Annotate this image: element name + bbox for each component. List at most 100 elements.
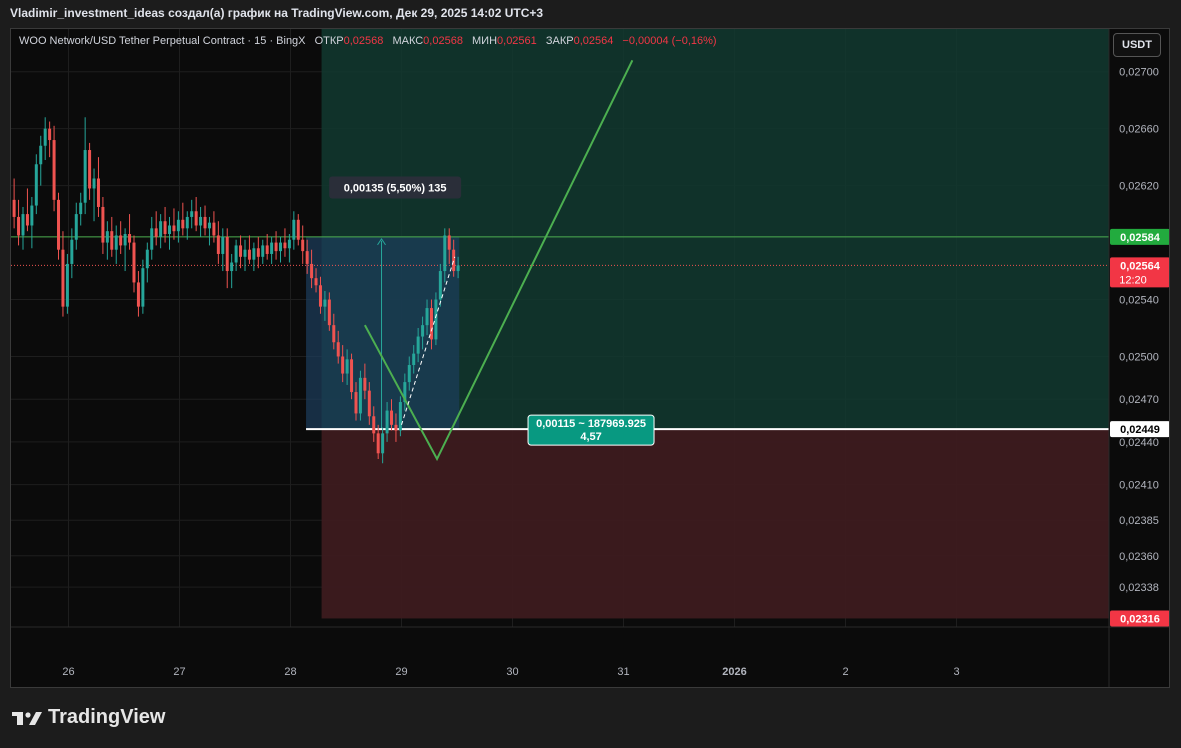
last-price-label: 0,02564 xyxy=(1120,260,1161,272)
candle xyxy=(128,234,132,243)
candle xyxy=(172,225,176,232)
price-tick-label: 0,02470 xyxy=(1119,394,1159,406)
candle xyxy=(154,228,158,237)
tradingview-logo[interactable]: TradingView xyxy=(12,706,165,729)
candle xyxy=(434,299,438,340)
price-tick-label: 0,02500 xyxy=(1119,351,1159,363)
candle xyxy=(350,359,354,393)
candle xyxy=(181,219,185,229)
candle xyxy=(390,410,394,425)
price-tick-label: 0,02338 xyxy=(1119,582,1159,594)
candle xyxy=(105,231,109,243)
candle xyxy=(256,248,260,257)
candle xyxy=(221,236,225,254)
close-value: 0,02564 xyxy=(573,35,614,47)
price-tick-label: 0,02660 xyxy=(1119,124,1159,136)
candle xyxy=(438,271,442,300)
close-label: ЗАКР xyxy=(545,35,574,47)
candle xyxy=(203,216,207,229)
candle xyxy=(25,214,29,226)
candle xyxy=(88,150,92,189)
time-tick-label: 3 xyxy=(953,666,959,678)
candle xyxy=(274,242,278,252)
candle xyxy=(92,178,96,189)
candle xyxy=(367,390,371,417)
candle xyxy=(447,235,451,250)
price-tick-label: 0,02360 xyxy=(1119,551,1159,563)
candle xyxy=(145,249,149,269)
candle xyxy=(34,164,38,206)
candle xyxy=(48,128,52,141)
candle xyxy=(79,202,83,215)
chart-author-line: Vladimir_investment_ideas создал(а) граф… xyxy=(10,6,544,20)
candle xyxy=(261,245,265,257)
candle xyxy=(243,249,247,257)
candle xyxy=(30,205,34,226)
candle xyxy=(230,262,234,272)
candle xyxy=(279,242,283,252)
candle xyxy=(185,216,189,229)
open-value: 0,02568 xyxy=(343,35,384,47)
candle xyxy=(96,178,100,207)
candle xyxy=(372,416,376,434)
candle xyxy=(159,221,163,237)
entry-price-label: 0,02449 xyxy=(1120,424,1160,436)
position-label-line2: 4,57 xyxy=(580,431,601,443)
candle xyxy=(190,211,194,217)
candle xyxy=(412,353,416,366)
candle xyxy=(394,424,398,431)
time-tick-label: 30 xyxy=(506,666,518,678)
candle xyxy=(314,278,318,286)
candle xyxy=(234,245,238,263)
candle xyxy=(163,221,167,235)
candle xyxy=(292,219,296,240)
price-tick-label: 0,02540 xyxy=(1119,295,1159,307)
candle xyxy=(327,299,331,326)
candle xyxy=(363,377,367,391)
candle xyxy=(270,242,274,254)
time-tick-label: 26 xyxy=(62,666,74,678)
stop-zone xyxy=(321,429,1110,619)
chart-panel[interactable]: 0,00135 (5,50%) 135 0,00115 ~ 187969.925 4… xyxy=(10,28,1170,688)
candle xyxy=(358,377,362,414)
price-tick-label: 0,02410 xyxy=(1119,480,1159,492)
candle xyxy=(407,365,411,383)
candle xyxy=(283,242,287,249)
candle xyxy=(381,433,385,454)
currency-button[interactable]: USDT xyxy=(1113,33,1161,57)
high-value: 0,02568 xyxy=(423,35,463,47)
logo-text: TradingView xyxy=(48,706,166,728)
candle xyxy=(207,222,211,229)
candle xyxy=(168,225,172,235)
candle xyxy=(398,402,402,431)
candle xyxy=(341,356,345,374)
candle xyxy=(70,239,74,264)
candle xyxy=(43,128,47,146)
price-chart[interactable]: 0,00135 (5,50%) 135 0,00115 ~ 187969.9254… xyxy=(11,29,1170,688)
candle xyxy=(354,392,358,414)
candle xyxy=(150,228,154,250)
candle xyxy=(452,249,456,272)
candle xyxy=(176,219,180,232)
price-tick-label: 0,02620 xyxy=(1119,181,1159,193)
candle xyxy=(225,236,229,272)
time-tick-label: 2026 xyxy=(722,666,746,678)
symbol-title[interactable]: WOO Network/USD Tether Perpetual Contrac… xyxy=(19,35,306,47)
candle xyxy=(110,231,114,250)
last-price-label-countdown: 12:20 xyxy=(1119,274,1147,286)
candle xyxy=(101,206,105,243)
target-price-label: 0,02584 xyxy=(1120,232,1161,244)
candle xyxy=(114,235,118,250)
candle xyxy=(61,249,65,307)
symbol-legend: WOO Network/USD Tether Perpetual Contrac… xyxy=(19,35,717,47)
candle xyxy=(345,359,349,374)
price-tick-label: 0,02700 xyxy=(1119,67,1159,79)
time-tick-label: 28 xyxy=(284,666,296,678)
candle xyxy=(239,245,243,257)
time-tick-label: 2 xyxy=(842,666,848,678)
candle xyxy=(74,214,78,240)
candle xyxy=(296,219,300,240)
price-tick-label: 0,02385 xyxy=(1119,515,1159,527)
candle xyxy=(385,410,389,434)
candle xyxy=(421,325,425,337)
